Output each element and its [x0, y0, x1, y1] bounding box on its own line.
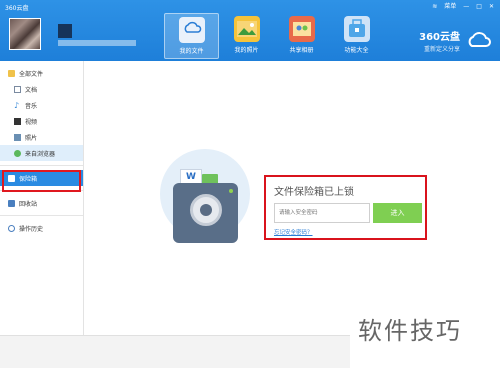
sidebar-item-label: 回收站 — [19, 200, 38, 208]
tab-shared-album-label: 共享相册 — [289, 47, 314, 54]
sidebar-item-from-browser[interactable]: 来自浏览器 — [0, 145, 83, 161]
enter-vault-button[interactable]: 进入 — [373, 203, 422, 223]
sidebar-item-documents[interactable]: 文档 — [0, 81, 83, 97]
sidebar-item-label: 文档 — [25, 86, 38, 94]
folder-icon — [8, 69, 15, 77]
close-button[interactable]: ✕ — [489, 2, 494, 12]
avatar[interactable] — [9, 18, 41, 50]
document-icon — [14, 85, 21, 93]
history-icon — [8, 224, 15, 232]
cloud-files-icon — [178, 17, 205, 43]
tab-my-files[interactable]: 我的文件 — [164, 13, 219, 59]
vault-password-input[interactable] — [274, 203, 370, 223]
main-nav: 我的文件 我的照片 共享相册 功能大全 — [164, 13, 384, 59]
tab-my-photos-label: 我的照片 — [234, 47, 259, 54]
sidebar-item-music[interactable]: ♪ 音乐 — [0, 97, 83, 113]
brand: 360云盘 重新定义分享 — [419, 28, 460, 53]
sidebar-item-recycle-bin[interactable]: 回收站 — [0, 195, 83, 211]
tab-my-files-label: 我的文件 — [179, 48, 204, 55]
sidebar-item-label: 来自浏览器 — [25, 150, 56, 158]
safe-indicator-light — [229, 189, 233, 193]
tab-my-photos[interactable]: 我的照片 — [219, 13, 274, 59]
brand-slogan: 重新定义分享 — [423, 46, 460, 53]
sidebar-item-videos[interactable]: 视频 — [0, 113, 83, 129]
sidebar-item-label: 全部文件 — [19, 70, 44, 78]
divider — [0, 215, 83, 216]
safe-dial-center — [200, 204, 212, 216]
window-controls: ≋ 菜单 — □ ✕ — [432, 2, 494, 12]
sidebar-item-label: 视频 — [25, 118, 38, 126]
safe-icon — [8, 174, 15, 182]
sidebar-item-vault[interactable]: 保险箱 — [0, 170, 83, 192]
username-redacted — [58, 24, 72, 38]
watermark: 软件技巧 — [358, 317, 462, 345]
safe-dial-icon — [190, 194, 222, 226]
tab-toolbox[interactable]: 功能大全 — [329, 13, 384, 59]
music-icon: ♪ — [14, 100, 20, 110]
brand-name: 360云盘 — [419, 32, 460, 43]
maximize-button[interactable]: □ — [476, 2, 482, 12]
top-bar: 360云盘 ≋ 菜单 — □ ✕ 我的文件 我的照片 共享相册 功能大全 360… — [0, 0, 500, 61]
tab-shared-album[interactable]: 共享相册 — [274, 13, 329, 59]
sidebar-item-label: 音乐 — [25, 102, 38, 110]
app-title: 360云盘 — [5, 5, 29, 12]
status-bar — [0, 335, 350, 368]
video-icon — [14, 117, 21, 125]
sidebar-item-all-files[interactable]: 全部文件 — [0, 65, 83, 81]
sidebar-item-label: 操作历史 — [19, 225, 44, 233]
browser-icon — [14, 149, 21, 157]
shared-album-icon — [288, 16, 315, 42]
vault-main: W 文件保险箱已上锁 进入 忘记安全密码？ — [85, 61, 500, 335]
toolbox-icon — [343, 16, 370, 42]
sidebar-item-label: 照片 — [25, 134, 38, 142]
image-icon — [14, 133, 21, 141]
trash-icon — [8, 199, 15, 207]
user-info-redacted — [58, 40, 136, 46]
vault-locked-title: 文件保险箱已上锁 — [274, 187, 354, 198]
vault-unlock-panel: 文件保险箱已上锁 进入 忘记安全密码？ — [264, 175, 427, 240]
wifi-icon[interactable]: ≋ — [432, 2, 437, 12]
sidebar: 全部文件 文档 ♪ 音乐 视频 照片 来自浏览器 保险箱 回收站 操作历史 — [0, 61, 84, 335]
menu-button[interactable]: 菜单 — [444, 2, 456, 12]
tab-toolbox-label: 功能大全 — [344, 47, 369, 54]
photo-icon — [233, 16, 260, 42]
sidebar-item-label: 保险箱 — [19, 175, 38, 183]
divider — [0, 165, 83, 166]
sidebar-item-history[interactable]: 操作历史 — [0, 220, 83, 236]
minimize-button[interactable]: — — [463, 2, 469, 12]
cloud-logo-icon — [466, 28, 492, 50]
forgot-password-link[interactable]: 忘记安全密码？ — [274, 228, 313, 236]
sidebar-item-photos[interactable]: 照片 — [0, 129, 83, 145]
